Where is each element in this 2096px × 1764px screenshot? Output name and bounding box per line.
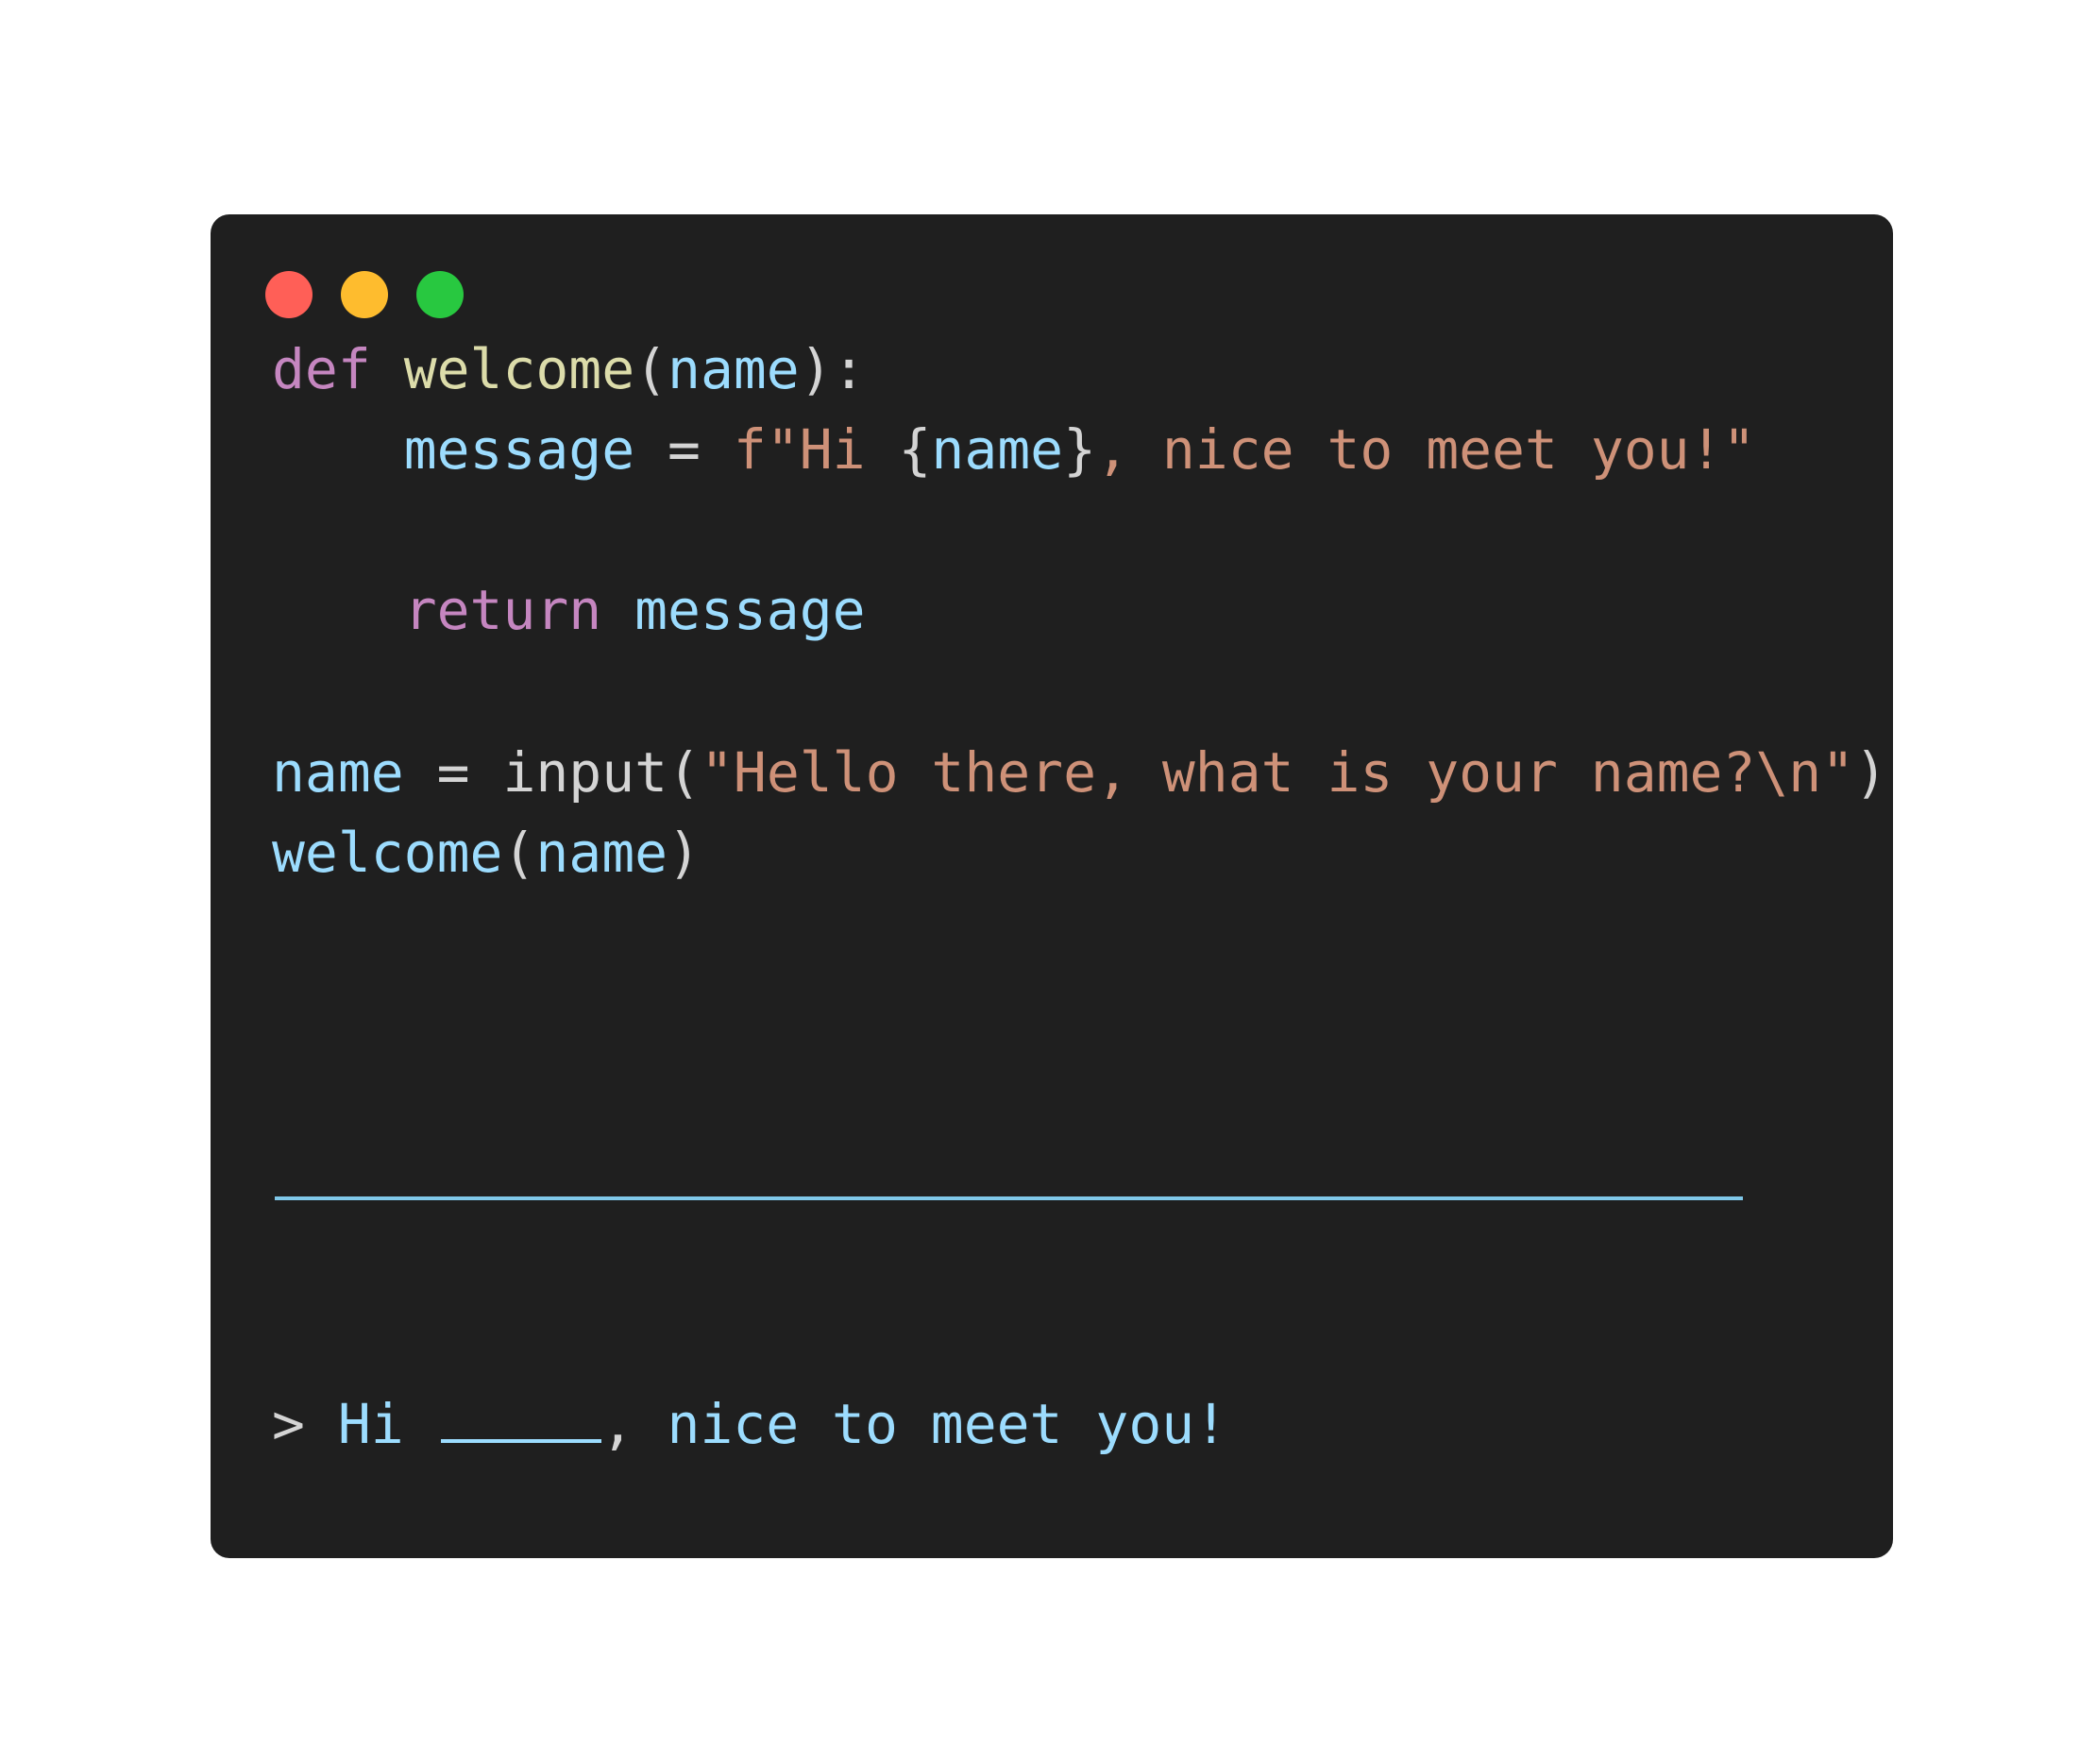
brace: { — [898, 417, 932, 482]
punctuation: ( — [502, 821, 536, 885]
code-window: def welcome(name): message = f"Hi {name}… — [211, 214, 1893, 1558]
variable: message — [403, 417, 635, 482]
function-name: input — [502, 740, 668, 805]
output-text-end: nice to meet you! — [634, 1392, 1228, 1456]
punctuation: ) — [668, 821, 701, 885]
prompt-symbol: > — [272, 1392, 338, 1456]
code-line-5: welcome(name) — [272, 825, 701, 880]
console-output: > Hi , nice to meet you! — [272, 1392, 1227, 1451]
punctuation: ( — [668, 740, 701, 805]
variable: name — [272, 740, 404, 805]
interpolated-variable: name — [931, 417, 1064, 482]
keyword: def — [272, 337, 371, 401]
string: "Hello there, what is your name?\n" — [700, 740, 1855, 805]
keyword: return — [403, 578, 602, 642]
function-call: welcome — [272, 821, 503, 885]
string: , nice to meet you!" — [1096, 417, 1756, 482]
operator: = — [403, 740, 503, 805]
punctuation: ): — [799, 337, 866, 401]
output-comma: , — [600, 1392, 634, 1456]
code-line-2: message = f"Hi {name}, nice to meet you!… — [272, 422, 1756, 477]
punctuation: ( — [634, 337, 668, 401]
name-blank — [440, 1392, 601, 1443]
code-line-3: return message — [272, 583, 866, 637]
brace: } — [1063, 417, 1097, 482]
output-divider — [275, 1196, 1743, 1200]
variable: message — [634, 578, 866, 642]
code-block: def welcome(name): message = f"Hi {name}… — [272, 214, 1887, 921]
code-line-4: name = input("Hello there, what is your … — [272, 745, 1887, 800]
argument: name — [535, 821, 668, 885]
operator: = — [634, 417, 734, 482]
zoom-button[interactable] — [416, 271, 464, 318]
function-name: welcome — [403, 337, 635, 401]
output-text-start: Hi — [337, 1392, 437, 1456]
punctuation: ) — [1854, 740, 1888, 805]
string: f"Hi — [733, 417, 899, 482]
parameter: name — [668, 337, 800, 401]
code-line-1: def welcome(name): — [272, 342, 866, 397]
